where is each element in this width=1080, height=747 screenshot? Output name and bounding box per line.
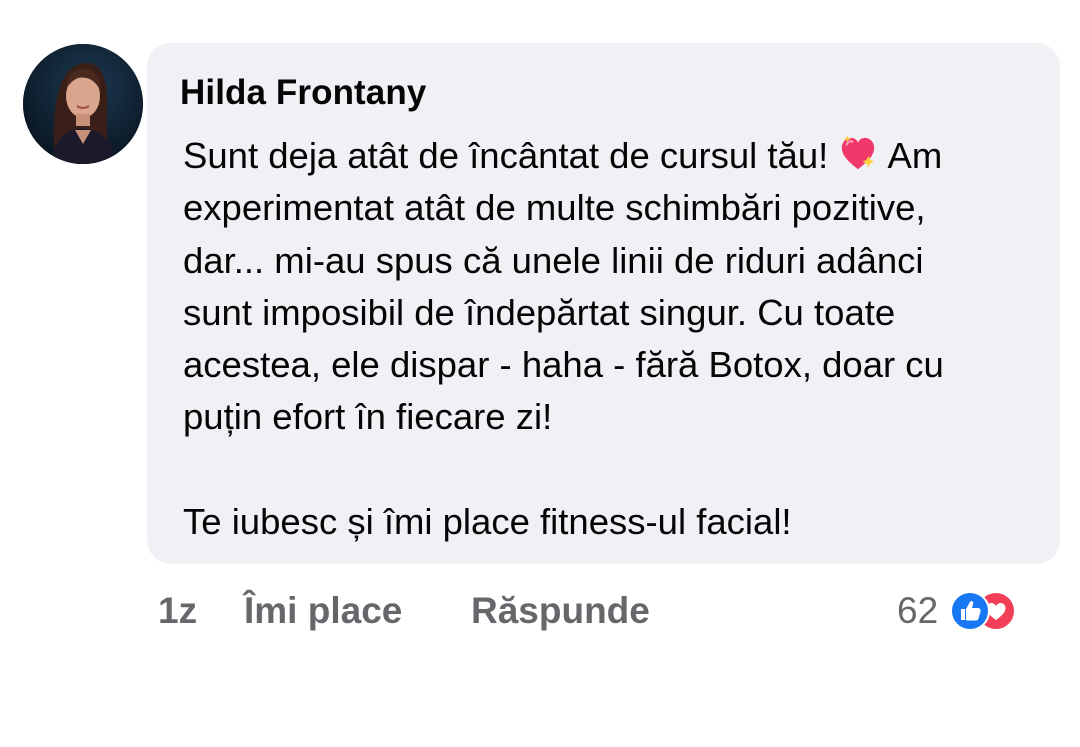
comment-actions: 1z Îmi place Răspunde 62 (0, 586, 1080, 636)
comment-line: sunt imposibil de îndepărtat singur. Cu … (183, 291, 896, 333)
profile-photo (23, 44, 143, 164)
comment-text: Sunt deja atât de încântat de cursul tău… (183, 130, 1033, 548)
avatar[interactable] (23, 44, 143, 164)
sparkling-heart-icon (842, 135, 875, 170)
comment-line: dar... mi-au spus că unele linii de ridu… (183, 239, 924, 281)
comment-line: experimentat atât de multe schimbări poz… (183, 187, 926, 229)
paragraph-break (183, 444, 1033, 496)
like-reaction-icon (950, 591, 990, 631)
comment-bubble: Hilda Frontany Sunt deja atât de încânta… (147, 43, 1060, 564)
reply-button[interactable]: Răspunde (471, 586, 650, 636)
timestamp-link[interactable]: 1z (158, 586, 197, 636)
reaction-count: 62 (897, 590, 939, 631)
comment-line: Sunt deja atât de încântat de cursul tău… (183, 135, 943, 176)
comment-line: puțin efort în fiecare zi! (183, 396, 553, 438)
comment-line: Te iubesc și îmi place fitness-ul facial… (183, 501, 792, 543)
comment-author[interactable]: Hilda Frontany (180, 73, 426, 113)
like-button[interactable]: Îmi place (244, 586, 402, 636)
comment-line: acestea, ele dispar - haha - fără Botox,… (183, 344, 944, 386)
